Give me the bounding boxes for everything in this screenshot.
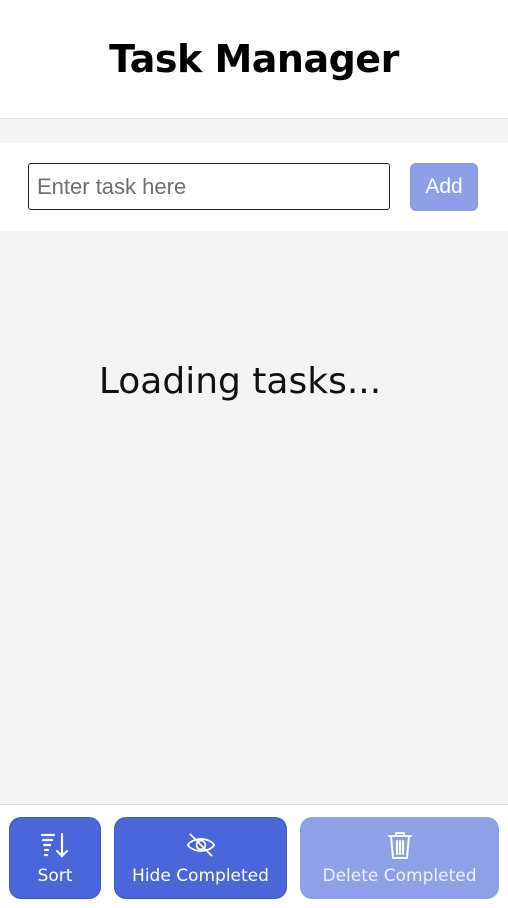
sort-button[interactable]: Sort (9, 817, 101, 899)
task-input[interactable] (28, 163, 390, 210)
sort-icon (40, 832, 69, 858)
trash-icon (387, 832, 412, 859)
delete-completed-button[interactable]: Delete Completed (300, 817, 499, 899)
footer-toolbar: Sort Hide Completed Delete Completed (0, 804, 508, 908)
hide-completed-label: Hide Completed (132, 866, 269, 886)
delete-completed-label: Delete Completed (322, 866, 477, 886)
task-input-row: Add (0, 143, 508, 231)
page-title: Task Manager (109, 37, 399, 81)
app-root: Task Manager Add Loading tasks... Sort (0, 0, 508, 908)
loading-message: Loading tasks... (98, 361, 382, 402)
add-button[interactable]: Add (410, 163, 478, 211)
task-list-area: Loading tasks... (0, 231, 508, 804)
sort-label: Sort (37, 866, 73, 886)
hide-completed-button[interactable]: Hide Completed (114, 817, 287, 899)
eye-off-icon (186, 833, 215, 857)
header: Task Manager (0, 0, 508, 119)
